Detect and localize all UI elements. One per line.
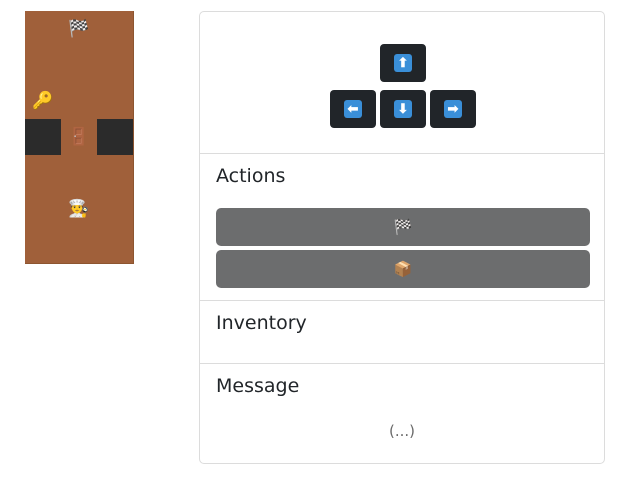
move-left-button[interactable]: ⬅ (330, 90, 376, 128)
arrow-right-icon: ➡ (444, 100, 462, 118)
arrow-up-icon: ⬆ (394, 54, 412, 72)
key-icon: 🔑 (32, 90, 54, 111)
move-up-button[interactable]: ⬆ (380, 44, 426, 82)
inventory-title: Inventory (216, 312, 307, 334)
door-icon: 🚪 (68, 126, 90, 147)
movement-controls: ⬆ ⬅ ⬇ ➡ (200, 12, 604, 153)
message-title: Message (216, 375, 300, 397)
wall-cell (97, 119, 133, 155)
wall-cell (25, 119, 61, 155)
message-section: Message (...) (200, 363, 604, 463)
player-icon: 👨‍🍳 (68, 198, 90, 219)
actions-section: Actions 🏁 📦 (200, 153, 604, 300)
inventory-section: Inventory (200, 300, 604, 363)
game-board: 🏁 🔑 🚪 👨‍🍳 (25, 11, 134, 264)
goal-flag-icon: 🏁 (68, 18, 90, 39)
control-panel: ⬆ ⬅ ⬇ ➡ Actions 🏁 📦 Inventory Message (.… (199, 11, 605, 464)
arrow-left-icon: ⬅ (344, 100, 362, 118)
arrow-down-icon: ⬇ (394, 100, 412, 118)
move-right-button[interactable]: ➡ (430, 90, 476, 128)
goal-action-button[interactable]: 🏁 (216, 208, 590, 246)
actions-title: Actions (216, 165, 286, 187)
move-down-button[interactable]: ⬇ (380, 90, 426, 128)
package-icon: 📦 (393, 261, 413, 278)
box-action-button[interactable]: 📦 (216, 250, 590, 288)
message-text: (...) (388, 422, 415, 440)
flag-icon: 🏁 (393, 219, 413, 236)
